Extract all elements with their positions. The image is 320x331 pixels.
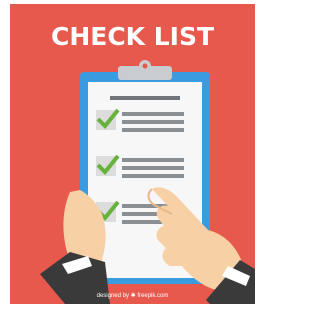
checklist-row-1 bbox=[96, 108, 184, 132]
checklist-poster: CHECK LIST designed by ✱ freepik.com bbox=[10, 4, 255, 304]
checklist-row-2 bbox=[96, 154, 184, 178]
designer-credit: designed by ✱ freepik.com bbox=[96, 293, 169, 299]
poster-title: CHECK LIST bbox=[50, 22, 215, 51]
